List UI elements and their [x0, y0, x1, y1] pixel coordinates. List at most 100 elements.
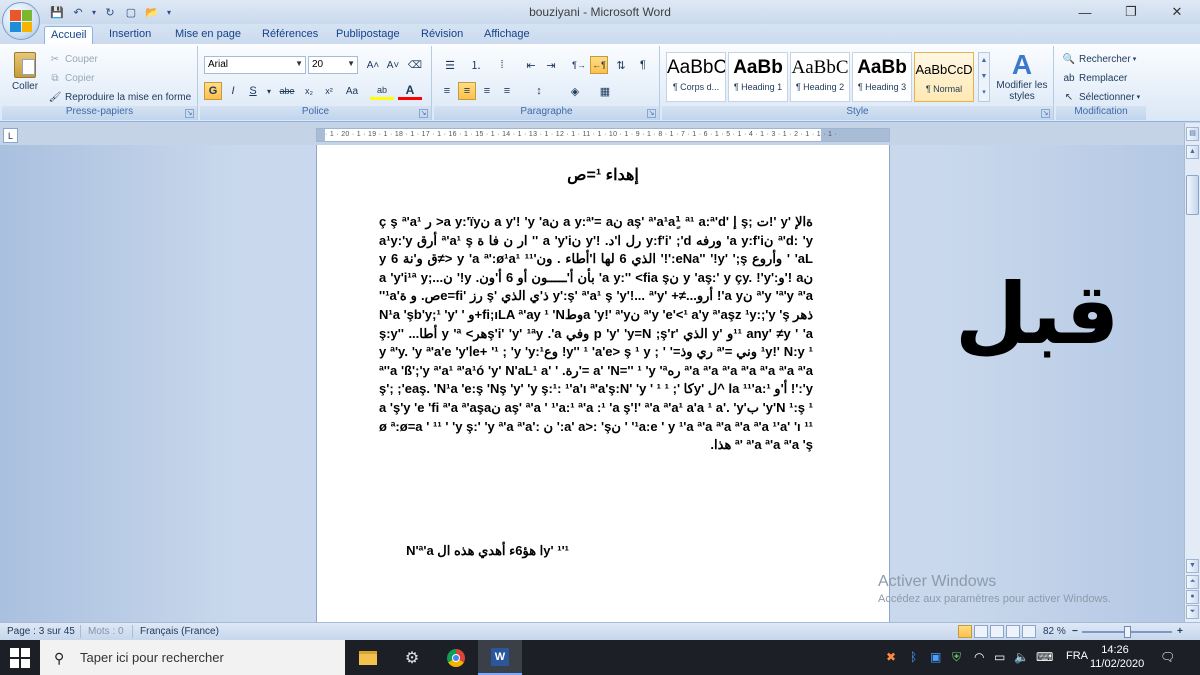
- underline-button[interactable]: S: [244, 82, 262, 100]
- paragraph-launcher-icon[interactable]: ↘: [647, 109, 656, 118]
- select-button[interactable]: ↖ Sélectionner ▾: [1062, 88, 1140, 106]
- align-left-button[interactable]: ≡: [438, 82, 456, 100]
- tray-tool-icon[interactable]: ✖: [886, 650, 896, 664]
- minimize-button[interactable]: —: [1062, 0, 1108, 24]
- language-status[interactable]: Français (France): [140, 626, 219, 637]
- bluetooth-icon[interactable]: ᛒ: [910, 650, 917, 664]
- line-spacing-button[interactable]: ↕: [526, 82, 552, 100]
- sort-button[interactable]: ⇅: [612, 56, 630, 74]
- close-button[interactable]: ✕: [1154, 0, 1200, 24]
- office-button[interactable]: [2, 2, 40, 40]
- browse-object-icon[interactable]: ●: [1186, 590, 1199, 604]
- tab-mise-en-page[interactable]: Mise en page: [169, 26, 247, 44]
- change-styles-button[interactable]: A Modifier les styles: [994, 50, 1050, 103]
- numbering-button[interactable]: ⒈: [464, 56, 488, 74]
- settings-gear-icon[interactable]: ⚙: [390, 640, 434, 675]
- style-heading-3[interactable]: AaBb ¶ Heading 3: [852, 52, 912, 102]
- zoom-level[interactable]: 82 %: [1043, 626, 1066, 637]
- clear-format-button[interactable]: ⌫: [406, 56, 424, 74]
- scroll-up-icon[interactable]: ▲: [1186, 145, 1199, 159]
- borders-button[interactable]: ▦: [592, 82, 618, 100]
- file-explorer-icon[interactable]: [346, 640, 390, 675]
- outline-view-icon[interactable]: [1006, 625, 1020, 638]
- superscript-button[interactable]: x²: [320, 82, 338, 100]
- draft-view-icon[interactable]: [1022, 625, 1036, 638]
- page-count[interactable]: Page : 3 sur 45: [7, 626, 75, 637]
- grow-font-button[interactable]: A˄: [364, 56, 382, 74]
- previous-page-icon[interactable]: ⏶: [1186, 575, 1199, 589]
- tab-accueil[interactable]: Accueil: [44, 26, 94, 44]
- ltr-button[interactable]: ¶→: [570, 56, 588, 74]
- font-size-combo[interactable]: 20 ▼: [308, 56, 358, 74]
- font-name-combo[interactable]: Arial ▼: [204, 56, 306, 74]
- tab-insertion[interactable]: Insertion: [103, 26, 157, 44]
- format-painter-button[interactable]: 🖌 Reproduire la mise en forme: [48, 88, 192, 106]
- scroll-thumb[interactable]: [1186, 175, 1199, 215]
- word-count[interactable]: Mots : 0: [88, 626, 124, 637]
- wifi-icon[interactable]: ◠: [974, 650, 984, 664]
- italic-button[interactable]: I: [224, 82, 242, 100]
- styles-launcher-icon[interactable]: ↘: [1041, 109, 1050, 118]
- change-case-button[interactable]: Aa: [340, 82, 364, 100]
- keyboard-icon[interactable]: ⌨: [1036, 650, 1053, 664]
- style-normal[interactable]: AaBbCcD ¶ Normal: [914, 52, 974, 102]
- shrink-font-button[interactable]: A˅: [384, 56, 402, 74]
- next-page-icon[interactable]: ⏷: [1186, 605, 1199, 619]
- windows-start-icon[interactable]: [10, 648, 30, 668]
- input-language[interactable]: FRA: [1066, 650, 1088, 662]
- zoom-in-button[interactable]: +: [1177, 626, 1183, 637]
- tab-publipostage[interactable]: Publipostage: [330, 26, 406, 44]
- ruler-toggle-icon[interactable]: ▤: [1186, 127, 1199, 141]
- restore-button[interactable]: ❐: [1108, 0, 1154, 24]
- word-taskbar-icon[interactable]: W: [478, 640, 522, 675]
- tray-app-icon[interactable]: ▣: [930, 650, 941, 664]
- subscript-button[interactable]: x₂: [300, 82, 318, 100]
- replace-button[interactable]: ab Remplacer: [1062, 69, 1127, 87]
- justify-button[interactable]: ≡: [498, 82, 516, 100]
- style-heading-1[interactable]: AaBb ¶ Heading 1: [728, 52, 788, 102]
- shading-button[interactable]: ◈: [562, 82, 588, 100]
- notifications-icon[interactable]: 🗨: [1160, 650, 1175, 664]
- copy-button[interactable]: ⧉ Copier: [48, 69, 94, 87]
- horizontal-ruler[interactable]: · 1 · 20 · 1 · 19 · 1 · 18 · 1 · 17 · 1 …: [316, 128, 890, 142]
- scroll-down-icon[interactable]: ▼: [1186, 559, 1199, 573]
- full-screen-view-icon[interactable]: [974, 625, 988, 638]
- multilevel-list-button[interactable]: ⁞: [490, 56, 514, 74]
- chevron-down-icon[interactable]: ▾: [264, 82, 274, 100]
- tab-references[interactable]: Références: [256, 26, 324, 44]
- zoom-out-button[interactable]: −: [1072, 626, 1078, 637]
- highlight-button[interactable]: ab: [370, 82, 394, 100]
- decrease-indent-button[interactable]: ⇤: [522, 56, 540, 74]
- bold-button[interactable]: G: [204, 82, 222, 100]
- volume-icon[interactable]: 🔈: [1014, 650, 1029, 664]
- battery-icon[interactable]: ▭: [994, 650, 1005, 664]
- tab-revision[interactable]: Révision: [415, 26, 469, 44]
- find-button[interactable]: 🔍 Rechercher ▾: [1062, 50, 1136, 68]
- document-page[interactable]: إهداء ¹=ص ةالإ 'y '!ت ;ş إ 'aş' ª'a¹a¹ٍ …: [316, 145, 890, 622]
- show-marks-button[interactable]: ¶: [634, 56, 652, 74]
- web-layout-view-icon[interactable]: [990, 625, 1004, 638]
- font-color-button[interactable]: A: [398, 82, 422, 100]
- taskbar-clock[interactable]: 14:26 11/02/2020: [1090, 643, 1144, 671]
- paste-button[interactable]: Coller: [8, 50, 42, 104]
- strikethrough-button[interactable]: abe: [276, 82, 298, 100]
- align-right-button[interactable]: ≡: [478, 82, 496, 100]
- tab-selector-icon[interactable]: L: [3, 128, 18, 143]
- zoom-slider-thumb[interactable]: [1124, 626, 1131, 638]
- rtl-button[interactable]: ←¶: [590, 56, 608, 74]
- style-corps[interactable]: AaBbC ¶ Corps d...: [666, 52, 726, 102]
- align-center-button[interactable]: ≡: [458, 82, 476, 100]
- print-layout-view-icon[interactable]: [958, 625, 972, 638]
- tab-affichage[interactable]: Affichage: [478, 26, 536, 44]
- increase-indent-button[interactable]: ⇥: [542, 56, 560, 74]
- chrome-icon[interactable]: [434, 640, 478, 675]
- bullets-button[interactable]: ☰: [438, 56, 462, 74]
- style-heading-2[interactable]: AaBbC ¶ Heading 2: [790, 52, 850, 102]
- taskbar-search-box[interactable]: ⚲ Taper ici pour rechercher: [40, 640, 345, 675]
- font-launcher-icon[interactable]: ↘: [419, 109, 428, 118]
- security-shield-icon[interactable]: ⛨: [952, 650, 961, 665]
- clipboard-launcher-icon[interactable]: ↘: [185, 109, 194, 118]
- cut-button[interactable]: ✂ Couper: [48, 50, 98, 68]
- vertical-scrollbar[interactable]: ▤ ▲ ▼ ⏶ ● ⏷: [1184, 123, 1200, 622]
- styles-scroll[interactable]: ▲ ▼ ▾: [978, 52, 990, 102]
